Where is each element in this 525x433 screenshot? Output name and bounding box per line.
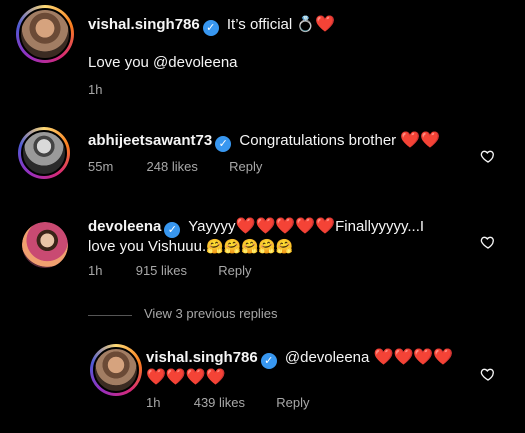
replies-divider: [88, 315, 132, 316]
heart-emoji: ❤️: [315, 16, 335, 33]
reply-line-2: ❤️❤️❤️❤️: [146, 368, 226, 388]
caption-second-line: Love you @devoleena: [88, 54, 238, 71]
caption-username[interactable]: vishal.singh786: [88, 16, 200, 33]
comment-1-reply-button[interactable]: Reply: [229, 159, 262, 174]
comment-2-line-1: devoleena ✓ Yayyyy❤️❤️❤️❤️❤️Finallyyyyy..…: [88, 217, 424, 238]
reply-reply-button[interactable]: Reply: [276, 395, 309, 410]
reply-line-1: vishal.singh786 ✓ @devoleena ❤️❤️❤️❤️: [146, 348, 453, 369]
caption-text: It’s official: [226, 16, 293, 33]
reply-meta: 1h 439 likes Reply: [146, 395, 310, 410]
comment-1-hearts: ❤️❤️: [400, 132, 441, 149]
comment-avatar-abhijeet[interactable]: [18, 127, 70, 179]
comment-2-time: 1h: [88, 263, 103, 278]
reply-avatar[interactable]: [90, 344, 142, 396]
comment-2-text-start: Yayyyy: [188, 218, 236, 235]
comment-2-likes[interactable]: 915 likes: [136, 263, 187, 278]
comment-2-text-end: Finallyyyyy...I: [335, 218, 425, 235]
comment-1-time: 55m: [88, 159, 114, 174]
avatar-image: [21, 130, 67, 176]
caption-avatar[interactable]: [16, 5, 74, 63]
comment-2-line2-text: love you Vishuuu.: [88, 238, 207, 255]
comment-1-meta: 55m 248 likes Reply: [88, 159, 262, 174]
reply-hearts-2: ❤️❤️❤️❤️: [146, 369, 226, 386]
heart-outline-icon[interactable]: [480, 148, 496, 164]
reply-likes[interactable]: 439 likes: [194, 395, 245, 410]
comment-1-body: abhijeetsawant73 ✓ Congratulations brothe…: [88, 131, 440, 152]
caption-header: vishal.singh786 ✓ It’s official 💍❤️: [88, 15, 335, 36]
reply-hearts-1: ❤️❤️❤️❤️: [373, 349, 454, 366]
comment-1-username[interactable]: abhijeetsawant73: [88, 132, 212, 149]
heart-outline-icon[interactable]: [480, 234, 496, 250]
avatar-image: [22, 222, 68, 268]
verified-badge-icon: ✓: [215, 136, 232, 152]
comment-2-hearts: ❤️❤️❤️❤️❤️: [235, 218, 336, 235]
avatar-image: [19, 8, 71, 60]
avatar-image: [93, 347, 139, 393]
comment-1-likes[interactable]: 248 likes: [147, 159, 198, 174]
reply-username[interactable]: vishal.singh786: [146, 349, 258, 366]
comment-avatar-devoleena[interactable]: [22, 222, 68, 268]
reply-time: 1h: [146, 395, 161, 410]
comment-2-meta: 1h 915 likes Reply: [88, 263, 252, 278]
view-previous-replies-button[interactable]: View 3 previous replies: [144, 306, 277, 321]
verified-badge-icon: ✓: [202, 20, 219, 36]
ring-emoji: 💍: [296, 16, 316, 33]
verified-badge-icon: ✓: [260, 353, 277, 369]
reply-mention[interactable]: @devoleena: [285, 349, 369, 366]
comment-1-text: Congratulations brother: [239, 132, 397, 149]
hug-emojis: 🤗🤗🤗🤗🤗: [206, 238, 294, 254]
comment-2-line-2: love you Vishuuu.🤗🤗🤗🤗🤗: [88, 236, 293, 257]
comment-2-username[interactable]: devoleena: [88, 218, 161, 235]
caption-time: 1h: [88, 82, 103, 97]
comment-2-reply-button[interactable]: Reply: [218, 263, 251, 278]
heart-outline-icon[interactable]: [480, 366, 496, 382]
